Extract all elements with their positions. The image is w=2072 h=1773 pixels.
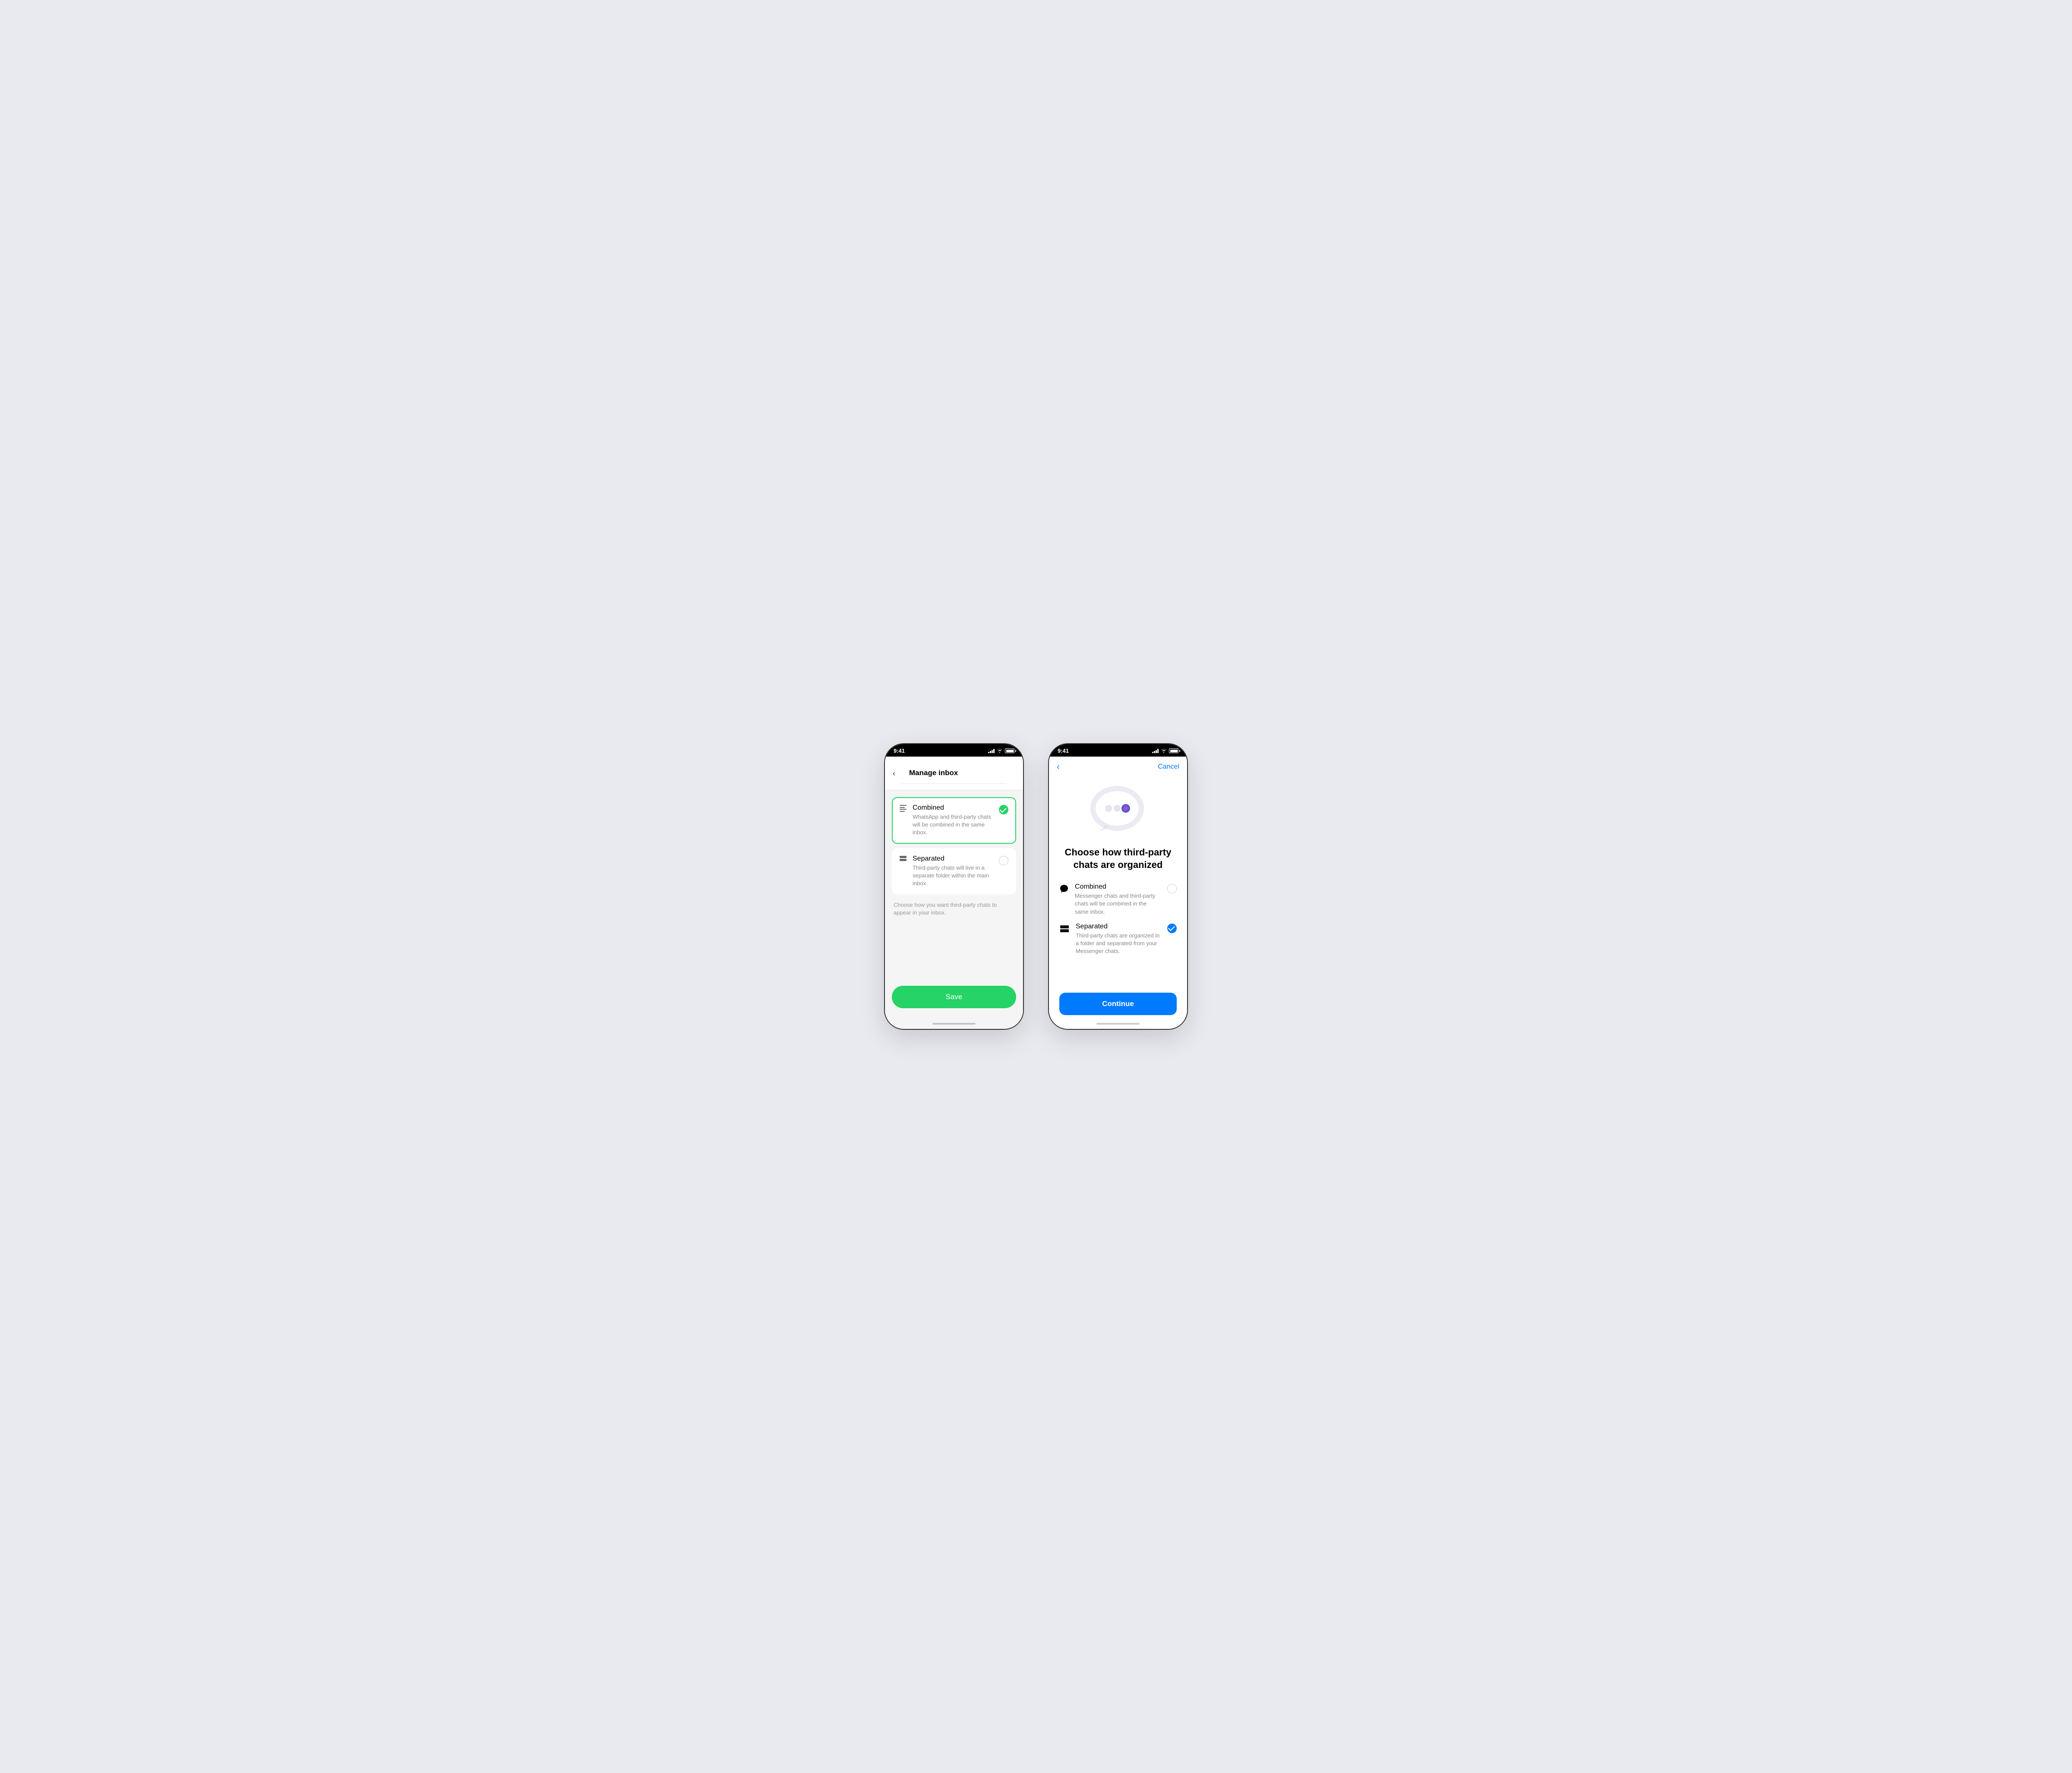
left-nav-bar: ‹ Manage inbox [885,757,1023,790]
messenger-separated-option[interactable]: Separated Third-party chats are organize… [1059,923,1177,956]
messenger-options: Combined Messenger chats and third-party… [1059,883,1177,955]
left-time: 9:41 [894,748,905,754]
right-time: 9:41 [1058,748,1069,754]
right-home-bar [1096,1023,1140,1025]
battery-fill [1006,750,1014,752]
separated-option-card[interactable]: Separated Third-party chats will live in… [892,848,1016,895]
bubble-illustration [1088,786,1148,838]
combined-option-card[interactable]: Combined WhatsApp and third-party chats … [892,797,1016,844]
messenger-separated-radio[interactable] [1167,924,1177,933]
messenger-separated-desc: Third-party chats are organized in a fol… [1076,932,1161,956]
separated-option-title: Separated [913,855,993,863]
separated-icon [900,855,906,861]
page-title: Manage inbox [901,763,1007,784]
messenger-combined-icon [1059,884,1069,896]
left-status-icons [988,748,1014,753]
right-wifi-icon [1161,749,1167,753]
messenger-separated-text: Separated Third-party chats are organize… [1076,923,1161,956]
right-screen: ‹ Cancel [1049,757,1187,1019]
continue-button[interactable]: Continue [1059,993,1177,1015]
separated-option-text: Separated Third-party chats will live in… [913,855,993,888]
messenger-combined-radio[interactable] [1167,884,1177,893]
left-home-indicator [885,1019,1023,1029]
back-button[interactable]: ‹ [893,770,895,777]
messenger-combined-title: Combined [1075,883,1161,891]
signal-icon [988,749,995,753]
combined-radio[interactable] [999,805,1008,814]
right-status-icons [1152,748,1178,753]
left-phone: 9:41 ‹ [885,744,1023,1029]
messenger-combined-desc: Messenger chats and third-party chats wi… [1075,892,1161,916]
left-status-bar: 9:41 [885,744,1023,757]
helper-text: Choose how you want third-party chats to… [892,899,1016,919]
separated-radio[interactable] [999,856,1008,865]
continue-btn-container: Continue [1049,993,1187,1019]
right-status-bar: 9:41 [1049,744,1187,757]
spacer [892,924,1016,975]
right-battery-icon [1169,748,1178,753]
battery-icon [1005,748,1014,753]
left-screen: ‹ Manage inbox Combined WhatsApp and thi… [885,757,1023,1019]
home-bar [932,1023,976,1025]
left-screen-content: Combined WhatsApp and third-party chats … [885,790,1023,1019]
right-signal-icon [1152,749,1159,753]
phones-container: 9:41 ‹ [885,744,1187,1029]
right-nav-bar: ‹ Cancel [1049,757,1187,777]
combined-option-text: Combined WhatsApp and third-party chats … [913,804,993,837]
right-phone: 9:41 ‹ [1049,744,1187,1029]
messenger-combined-text: Combined Messenger chats and third-party… [1075,883,1161,916]
combined-option-title: Combined [913,804,993,812]
right-back-button[interactable]: ‹ [1057,763,1060,771]
messenger-title: Choose how third-party chats are organiz… [1059,846,1177,871]
right-battery-fill [1170,750,1178,752]
right-home-indicator [1049,1019,1187,1029]
save-button[interactable]: Save [892,986,1016,1008]
combined-option-desc: WhatsApp and third-party chats will be c… [913,813,993,837]
messenger-separated-icon [1059,924,1070,937]
separated-option-desc: Third-party chats will live in a separat… [913,864,993,888]
combined-icon [900,804,906,812]
cancel-button[interactable]: Cancel [1158,763,1179,771]
messenger-separated-title: Separated [1076,923,1161,931]
messenger-content: Choose how third-party chats are organiz… [1049,777,1187,993]
messenger-combined-option[interactable]: Combined Messenger chats and third-party… [1059,883,1177,916]
wifi-icon [997,749,1003,753]
